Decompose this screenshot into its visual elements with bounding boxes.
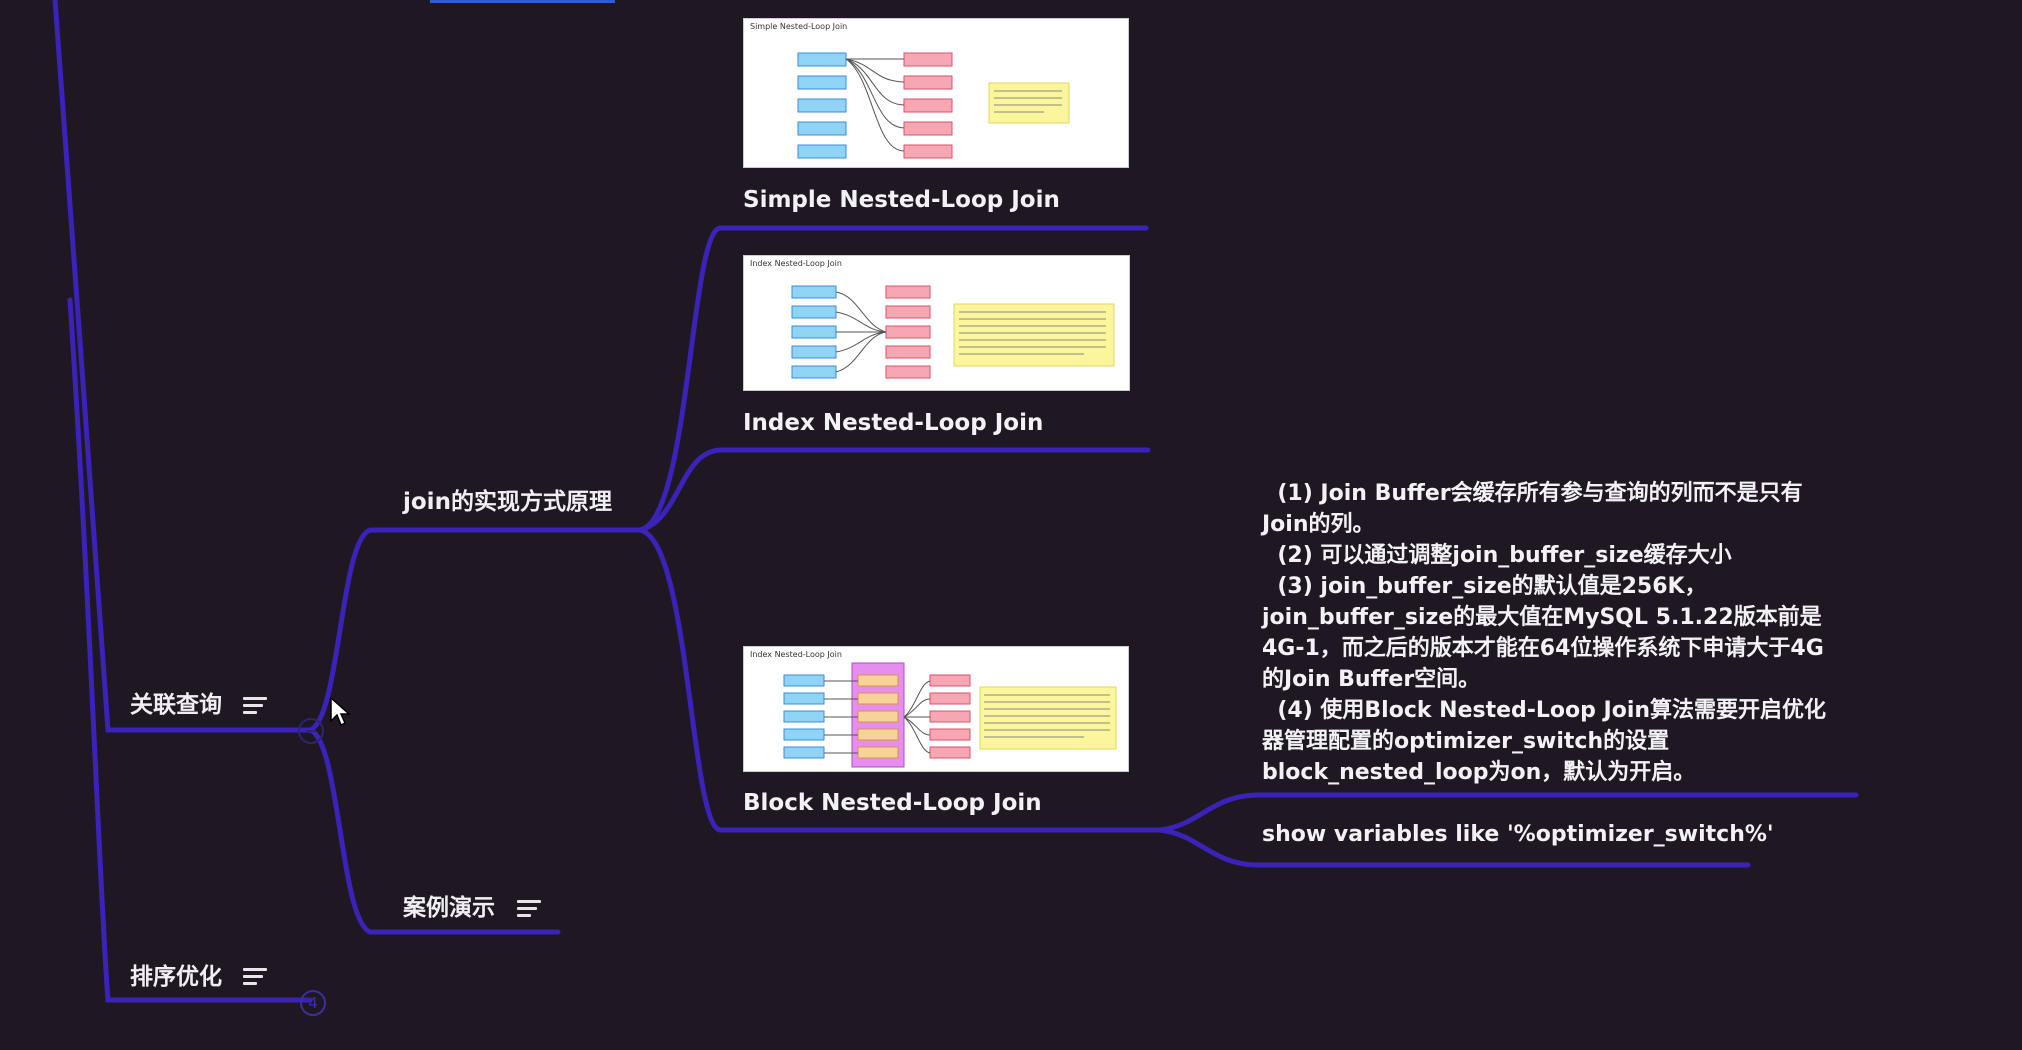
note-line-2: (2) 可以通过调整join_buffer_size缓存大小 xyxy=(1262,543,1732,568)
command-node[interactable]: show variables like '%optimizer_switch%' xyxy=(1262,822,1774,847)
mindmap-canvas: 4 关联查询 排序优化 join的实现方式原理 案例演示 Simple Nest… xyxy=(0,0,2022,1050)
node-join-principle-label: join的实现方式原理 xyxy=(403,489,612,515)
node-guanlian[interactable]: 关联查询 xyxy=(130,690,222,720)
index-nlj-image[interactable]: Index Nested-Loop Join xyxy=(743,255,1130,391)
block-nlj-caption: Block Nested-Loop Join xyxy=(743,790,1042,816)
index-nlj-thumb-title: Index Nested-Loop Join xyxy=(750,259,842,268)
node-guanlian-label: 关联查询 xyxy=(130,692,222,718)
simple-nlj-diagram xyxy=(797,52,1070,159)
simple-nlj-image[interactable]: Simple Nested-Loop Join xyxy=(743,18,1129,168)
cursor-icon xyxy=(330,697,351,727)
block-nlj-image[interactable]: Index Nested-Loop Join xyxy=(743,646,1129,772)
collapse-count-badge[interactable]: 4 xyxy=(300,990,326,1016)
note-icon[interactable] xyxy=(243,697,267,715)
node-sort-opt[interactable]: 排序优化 xyxy=(130,962,222,992)
node-sort-opt-label: 排序优化 xyxy=(130,964,222,990)
node-case-demo-label: 案例演示 xyxy=(403,895,495,921)
simple-nlj-caption: Simple Nested-Loop Join xyxy=(743,187,1060,213)
index-nlj-diagram xyxy=(791,285,1115,379)
note-icon[interactable] xyxy=(243,968,267,986)
block-nlj-diagram xyxy=(783,662,1117,768)
note-icon[interactable] xyxy=(517,900,541,918)
block-nlj-thumb-title: Index Nested-Loop Join xyxy=(750,650,842,659)
block-nlj-notes[interactable]: (1) Join Buffer会缓存所有参与查询的列而不是只有Join的列。 (… xyxy=(1262,478,1842,788)
note-line-4: (4) 使用Block Nested-Loop Join算法需要开启优化器管理配… xyxy=(1262,698,1827,785)
node-join-principle[interactable]: join的实现方式原理 xyxy=(403,487,612,517)
simple-nlj-thumb-title: Simple Nested-Loop Join xyxy=(750,22,848,31)
node-case-demo[interactable]: 案例演示 xyxy=(403,893,495,923)
index-nlj-caption: Index Nested-Loop Join xyxy=(743,410,1044,436)
note-line-1: (1) Join Buffer会缓存所有参与查询的列而不是只有Join的列。 xyxy=(1262,481,1803,537)
collapse-icon[interactable] xyxy=(298,718,324,744)
note-line-3: (3) join_buffer_size的默认值是256K，join_buffe… xyxy=(1262,574,1824,692)
